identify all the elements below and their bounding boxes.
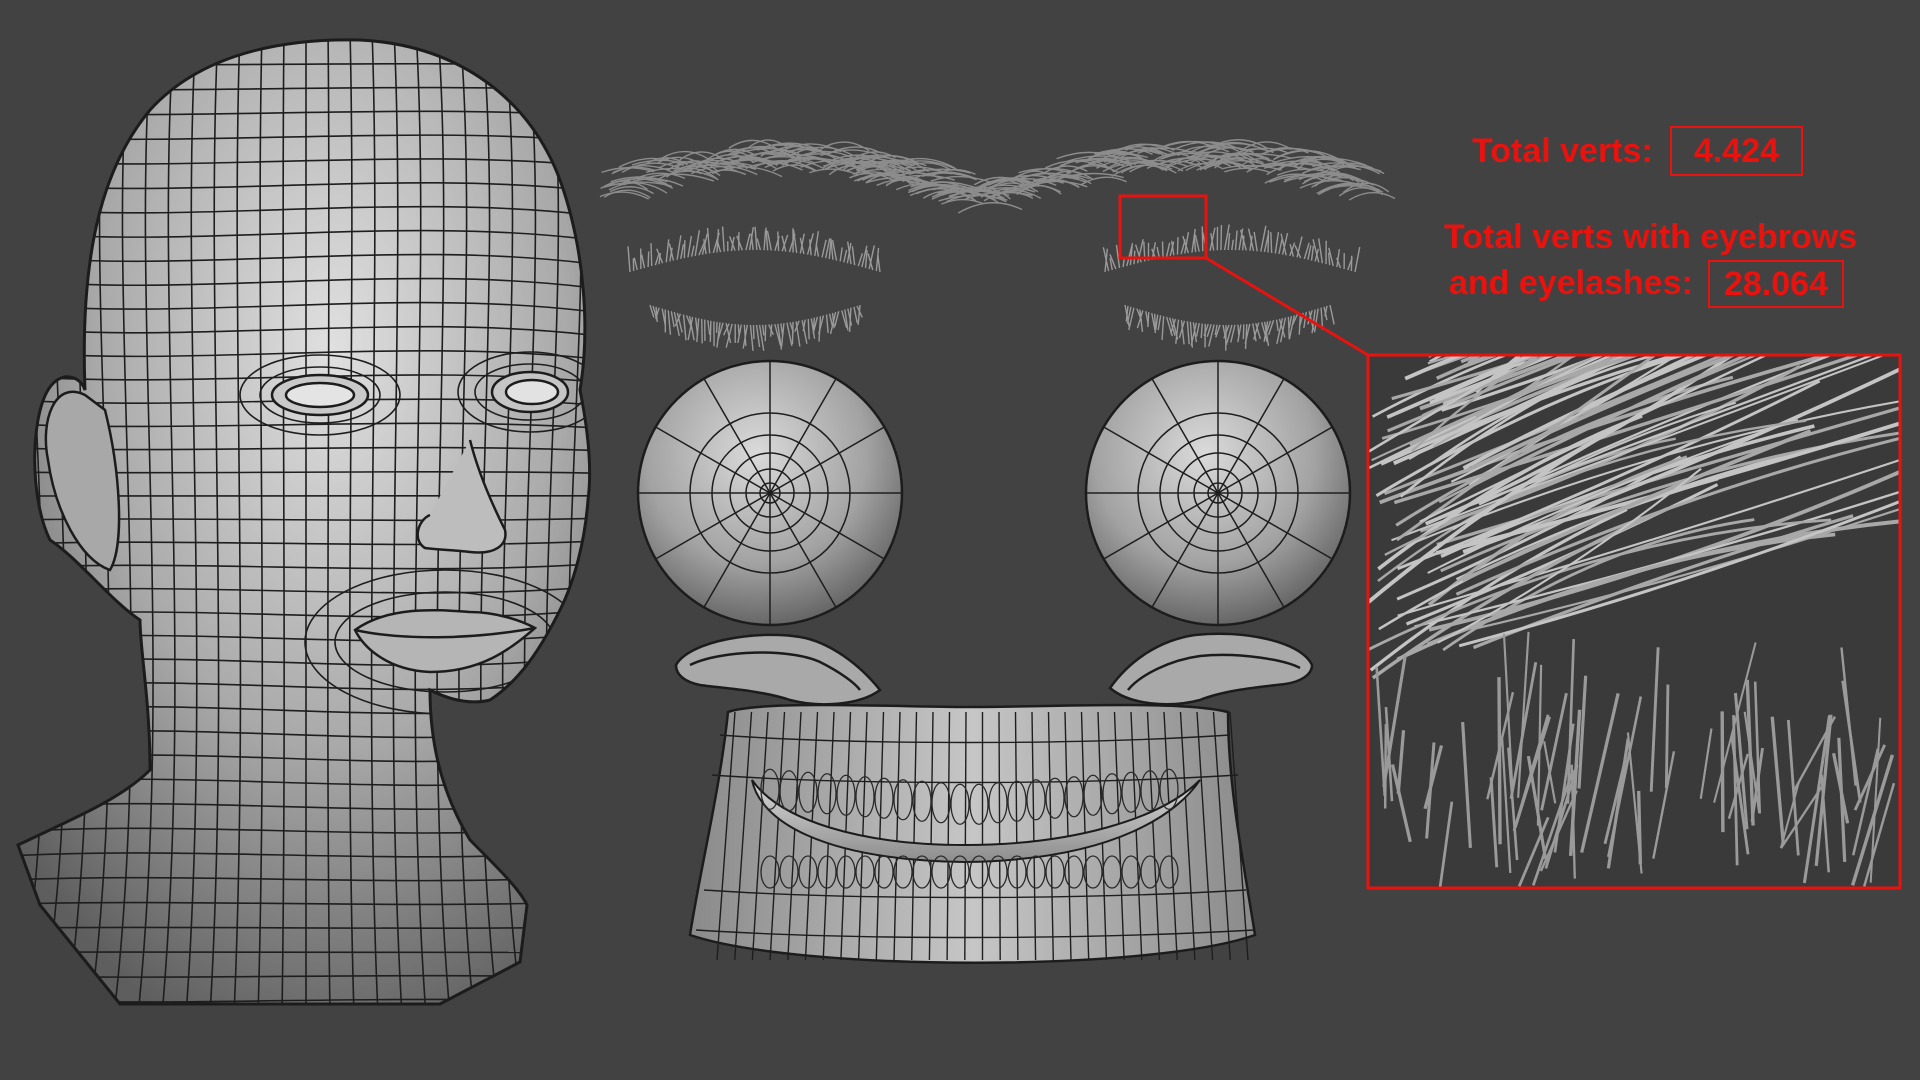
total-verts-with-extras-value: 28.064 xyxy=(1708,260,1844,308)
tear-line-left xyxy=(674,633,882,706)
total-verts-value: 4.424 xyxy=(1670,126,1803,176)
eyeball-left xyxy=(636,359,904,627)
eyelashes xyxy=(627,224,1361,351)
total-verts-eyebrows-label: Total verts with eyebrows xyxy=(1444,218,1858,256)
tear-line-right xyxy=(1108,632,1314,706)
zoom-connector-line xyxy=(1205,256,1369,357)
eyeball-right xyxy=(1084,359,1352,627)
tear-lines xyxy=(674,632,1314,706)
eyebrows xyxy=(599,139,1396,214)
head-mesh xyxy=(16,38,592,1006)
teeth-gums xyxy=(688,703,1257,964)
total-verts-label: Total verts: xyxy=(1472,132,1653,170)
total-verts-eyelashes-label: and eyelashes: xyxy=(1449,264,1693,302)
